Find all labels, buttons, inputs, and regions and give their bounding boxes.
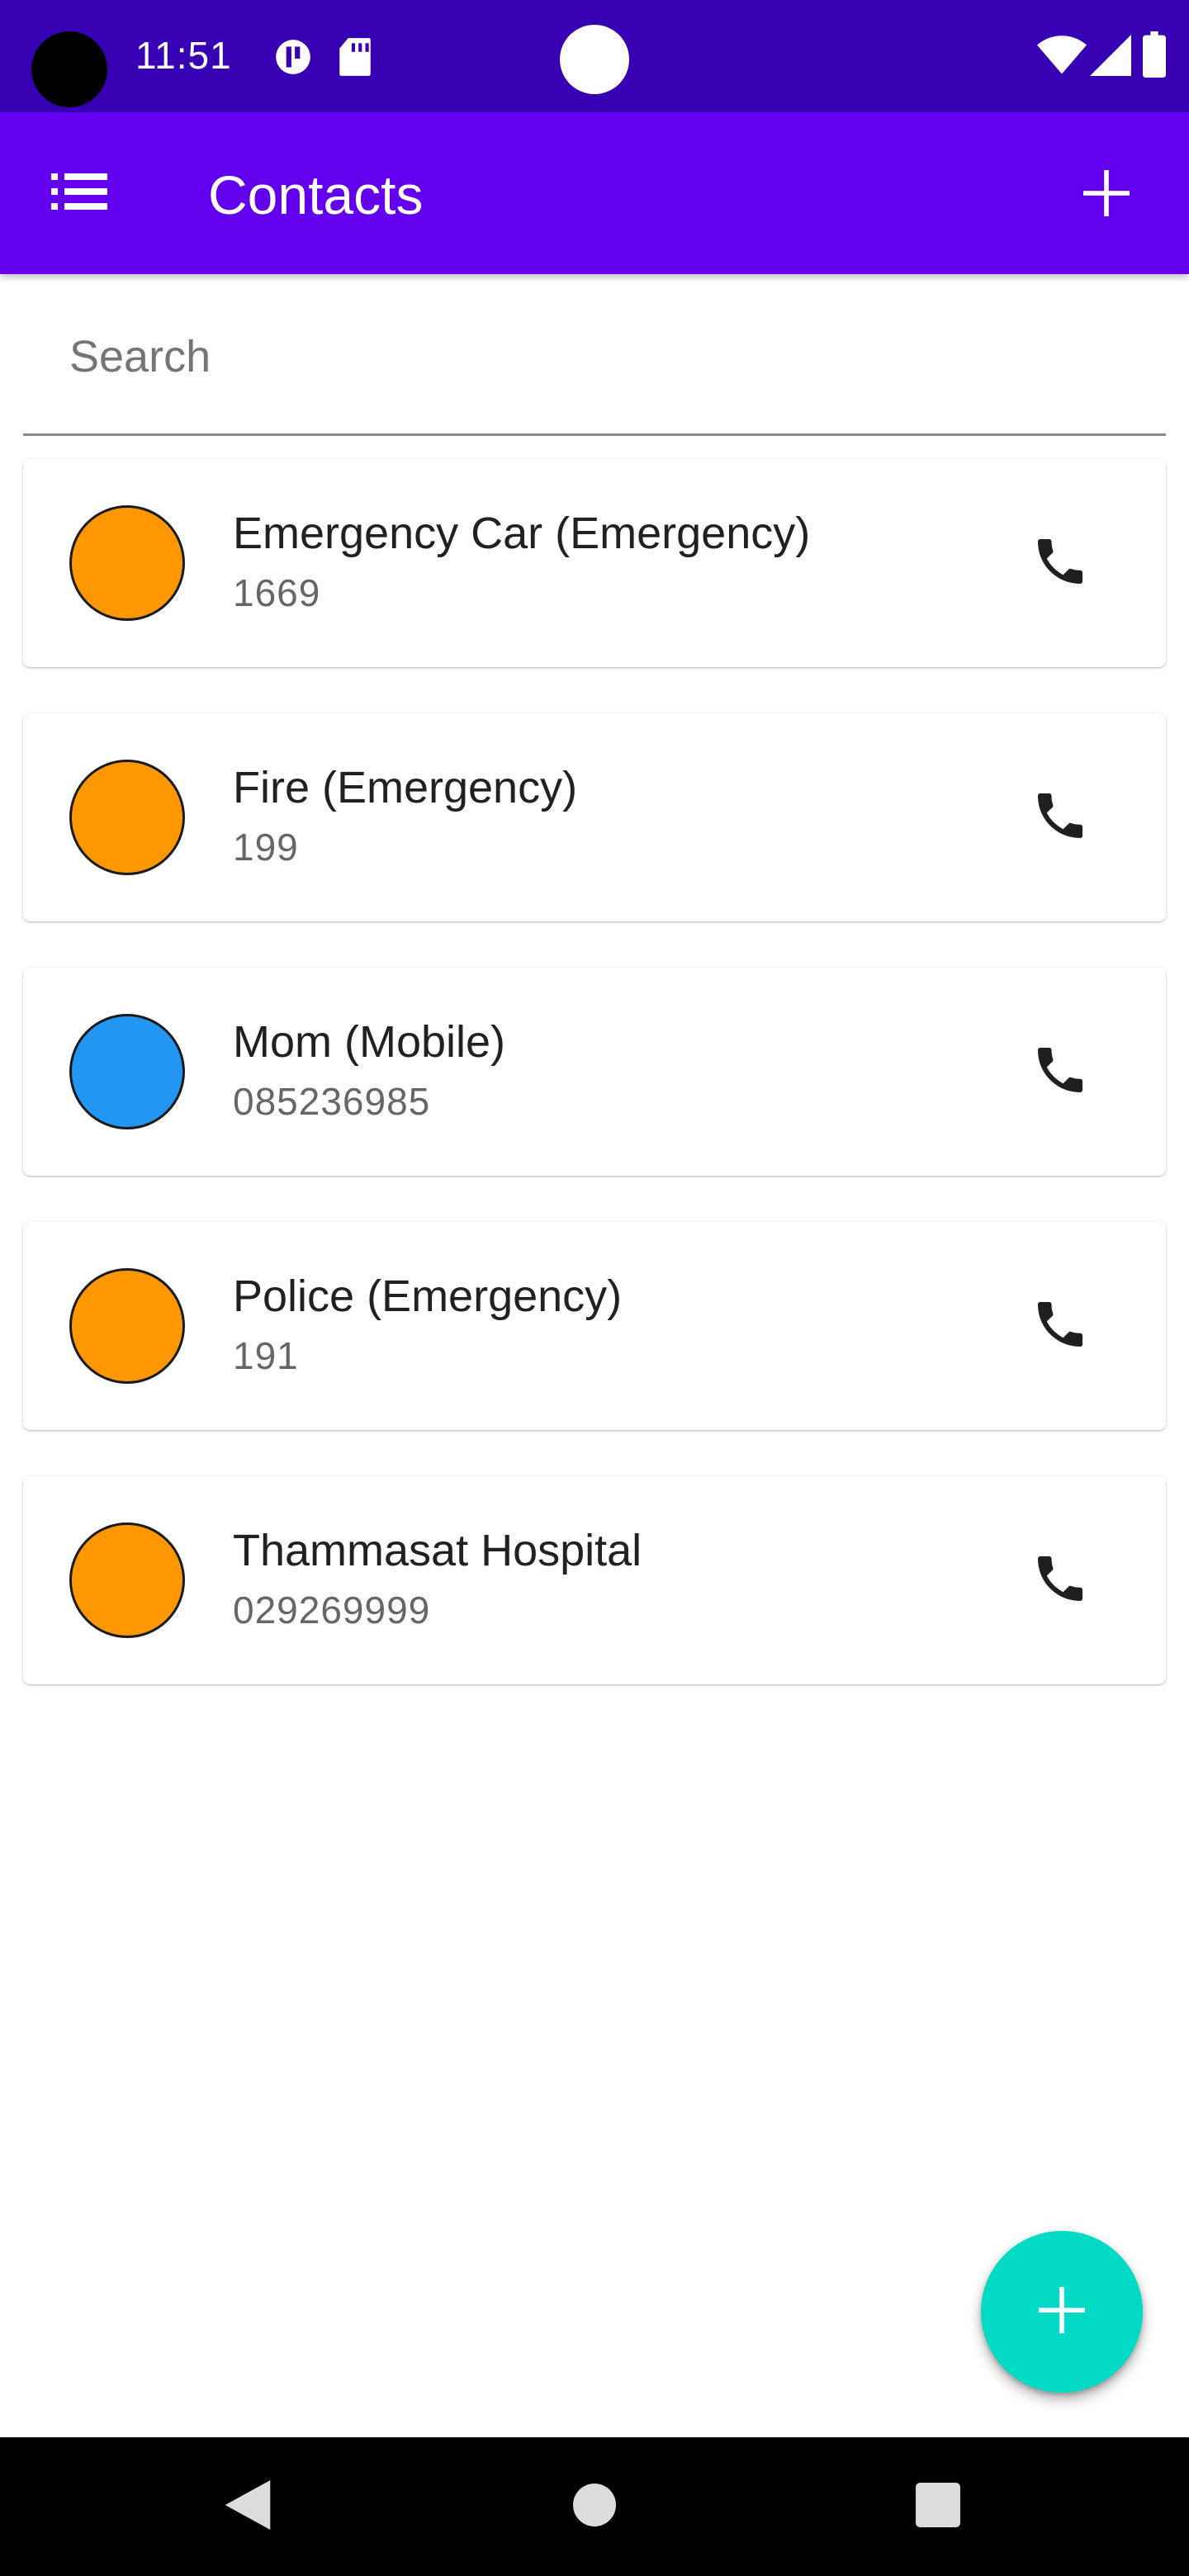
home-button[interactable]	[512, 2437, 677, 2576]
home-circle-icon	[573, 2483, 616, 2531]
back-triangle-icon	[225, 2479, 271, 2534]
add-contact-fab[interactable]	[981, 2231, 1143, 2393]
page-title: Contacts	[208, 164, 424, 225]
contact-name: Mom (Mobile)	[233, 1017, 506, 1067]
wifi-icon	[1037, 35, 1087, 80]
avatar	[69, 760, 185, 875]
contact-name: Fire (Emergency)	[233, 763, 578, 812]
avatar	[69, 505, 185, 621]
status-bar: 11:51	[0, 0, 1189, 112]
call-button[interactable]	[1019, 1030, 1101, 1113]
contact-card[interactable]: Police (Emergency) 191	[23, 1222, 1166, 1430]
call-button[interactable]	[1019, 776, 1101, 859]
sd-card-icon	[337, 36, 373, 82]
data-saver-icon	[272, 36, 314, 82]
battery-icon	[1143, 31, 1166, 82]
call-button[interactable]	[1019, 522, 1101, 604]
phone-icon	[1030, 1040, 1090, 1104]
add-contact-button[interactable]	[1073, 162, 1139, 228]
recents-button[interactable]	[855, 2437, 1021, 2576]
system-nav-bar	[0, 2437, 1189, 2576]
phone-icon	[1030, 532, 1090, 595]
avatar	[69, 1522, 185, 1638]
status-time: 11:51	[135, 34, 232, 77]
contact-card[interactable]: Thammasat Hospital 029269999	[23, 1476, 1166, 1684]
contacts-screen: 11:51 Contacts Search Emergency Car (Eme…	[0, 0, 1189, 2576]
plus-icon	[1083, 169, 1130, 220]
search-field	[23, 291, 1166, 436]
recents-square-icon	[916, 2482, 960, 2531]
contact-name: Police (Emergency)	[233, 1271, 623, 1321]
phone-icon	[1030, 786, 1090, 850]
contact-number: 085236985	[233, 1080, 431, 1123]
plus-icon	[1039, 2286, 1085, 2337]
search-input[interactable]	[69, 324, 1060, 390]
call-button[interactable]	[1019, 1539, 1101, 1622]
menu-button[interactable]	[46, 163, 112, 223]
avatar	[69, 1014, 185, 1129]
app-bar: Contacts	[0, 112, 1189, 274]
contact-card[interactable]: Mom (Mobile) 085236985	[23, 968, 1166, 1176]
contact-number: 029269999	[233, 1589, 431, 1631]
avatar	[69, 1268, 185, 1384]
contact-card[interactable]: Fire (Emergency) 199	[23, 713, 1166, 921]
phone-icon	[1030, 1549, 1090, 1612]
contact-number: 1669	[233, 571, 321, 614]
list-icon	[51, 173, 107, 214]
camera-hole	[31, 31, 107, 107]
phone-icon	[1030, 1295, 1090, 1358]
signal-icon	[1090, 35, 1131, 80]
contact-card[interactable]: Emergency Car (Emergency) 1669	[23, 459, 1166, 667]
contact-list: Emergency Car (Emergency) 1669 Fire (Eme…	[23, 459, 1166, 1731]
notification-dot	[560, 25, 629, 94]
contact-number: 199	[233, 826, 299, 869]
contact-name: Emergency Car (Emergency)	[233, 509, 811, 558]
contact-name: Thammasat Hospital	[233, 1526, 642, 1575]
call-button[interactable]	[1019, 1285, 1101, 1367]
back-button[interactable]	[165, 2437, 330, 2576]
contact-number: 191	[233, 1334, 299, 1377]
